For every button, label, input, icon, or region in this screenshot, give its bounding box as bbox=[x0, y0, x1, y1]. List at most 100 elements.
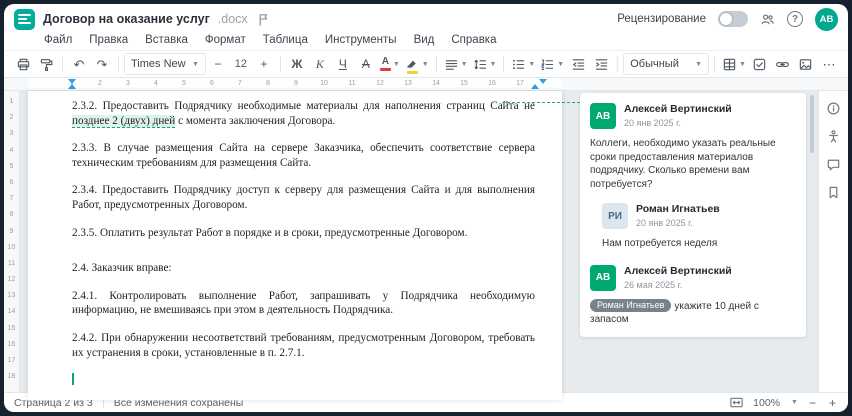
app-logo[interactable] bbox=[14, 8, 35, 30]
menu-item-table[interactable]: Таблица bbox=[263, 34, 308, 46]
font-family-select[interactable]: Times New ▼ bbox=[124, 53, 206, 75]
highlight-color-button[interactable]: ▼ bbox=[403, 53, 431, 75]
font-size-decrease-button[interactable]: − bbox=[207, 53, 229, 75]
highlighter-icon bbox=[407, 60, 416, 68]
bookmark-icon bbox=[829, 186, 838, 199]
app-window: Договор на оказание услуг .docx Рецензиро… bbox=[4, 4, 848, 412]
right-indent-marker[interactable] bbox=[531, 84, 539, 89]
right-sidebar-rail bbox=[818, 91, 848, 392]
line-spacing-button[interactable]: ▼ bbox=[471, 53, 499, 75]
chevron-down-icon: ▼ bbox=[528, 60, 536, 68]
indent-icon bbox=[595, 58, 607, 70]
outdent-icon bbox=[572, 58, 584, 70]
h-ruler-numbers: 1 2 3 4 5 6 7 8 9 10 11 12 13 14 15 16 17 bbox=[70, 80, 524, 87]
outdent-button[interactable] bbox=[567, 53, 589, 75]
comment-avatar: АВ bbox=[590, 264, 616, 291]
help-icon[interactable]: ? bbox=[787, 11, 803, 27]
fit-width-button[interactable] bbox=[729, 395, 744, 410]
comment-reply[interactable]: РИ Роман Игнатьев 20 янв 2025 г. Нам пот… bbox=[590, 203, 796, 251]
info-icon bbox=[827, 102, 840, 115]
chevron-down-icon: ▼ bbox=[791, 399, 798, 406]
left-indent-marker[interactable] bbox=[68, 84, 76, 89]
numbered-list-button[interactable]: ▼ bbox=[538, 53, 566, 75]
print-button[interactable] bbox=[12, 53, 34, 75]
paragraph[interactable]: 2.3.3. В случае размещения Сайта на серв… bbox=[72, 141, 535, 170]
text-cursor bbox=[72, 373, 74, 386]
paragraph[interactable]: 2.4. Заказчик вправе: bbox=[72, 261, 535, 276]
format-painter-button[interactable] bbox=[35, 53, 57, 75]
comment-header: АВ Алексей Вертинский 26 мая 2025 г. bbox=[590, 264, 796, 291]
paragraph[interactable]: 2.3.2. Предоставить Подрядчику необходим… bbox=[72, 99, 535, 128]
accessibility-icon bbox=[828, 130, 839, 143]
toolbar-separator bbox=[503, 56, 505, 72]
review-mode-label: Рецензирование bbox=[617, 13, 706, 25]
menu-item-file[interactable]: Файл bbox=[44, 34, 72, 46]
menu-item-view[interactable]: Вид bbox=[414, 34, 435, 46]
menu-item-tools[interactable]: Инструменты bbox=[325, 34, 397, 46]
comment-author: Алексей Вертинский bbox=[624, 103, 732, 115]
menu-item-edit[interactable]: Правка bbox=[89, 34, 128, 46]
document-title: Договор на оказание услуг bbox=[43, 12, 210, 26]
comment-thread-card[interactable]: АВ Алексей Вертинский 20 янв 2025 г. Кол… bbox=[580, 93, 806, 337]
insert-image-button[interactable] bbox=[795, 53, 817, 75]
toolbar-separator bbox=[617, 56, 619, 72]
zoom-in-button[interactable]: + bbox=[827, 397, 838, 409]
main-content: 1 2 3 4 5 6 7 8 9 10 11 12 13 14 15 16 17 18 2.3.2. Предо… bbox=[4, 91, 848, 400]
zoom-value[interactable]: 100% bbox=[753, 397, 780, 409]
user-avatar[interactable]: АВ bbox=[815, 7, 838, 31]
paragraph[interactable]: 2.3.4. Предоставить Подрядчику доступ к … bbox=[72, 183, 535, 212]
document-page[interactable]: 2.3.2. Предоставить Подрядчику необходим… bbox=[28, 91, 562, 400]
toolbar-separator bbox=[62, 56, 63, 72]
paragraph-style-select[interactable]: Обычный ▼ bbox=[623, 53, 710, 75]
undo-button[interactable]: ↶ bbox=[68, 53, 90, 75]
paragraph[interactable] bbox=[72, 373, 535, 387]
flag-icon[interactable] bbox=[256, 12, 271, 27]
font-size-value[interactable]: 12 bbox=[230, 53, 252, 75]
italic-button[interactable]: К bbox=[309, 53, 331, 75]
align-button[interactable]: ▼ bbox=[442, 53, 470, 75]
collaborators-icon[interactable] bbox=[760, 12, 775, 27]
toolbar-more-button[interactable]: ⋯ bbox=[818, 53, 840, 75]
chevron-down-icon: ▼ bbox=[557, 60, 565, 68]
comment-header: АВ Алексей Вертинский 20 янв 2025 г. bbox=[590, 103, 796, 129]
info-button[interactable] bbox=[826, 101, 841, 116]
comments-button[interactable] bbox=[826, 157, 841, 172]
font-size-increase-button[interactable]: + bbox=[253, 53, 275, 75]
comment-date: 20 янв 2025 г. bbox=[624, 118, 681, 128]
comment[interactable]: АВ Алексей Вертинский 20 янв 2025 г. Кол… bbox=[590, 103, 796, 191]
insert-table-button[interactable]: ▼ bbox=[720, 53, 748, 75]
bookmarks-button[interactable] bbox=[826, 185, 841, 200]
review-toggle[interactable] bbox=[718, 11, 748, 27]
chevron-down-icon: ▼ bbox=[421, 60, 429, 68]
checkbox-icon bbox=[754, 58, 766, 70]
comment[interactable]: АВ Алексей Вертинский 26 мая 2025 г. Ром… bbox=[590, 264, 796, 327]
comment-text: Роман Игнатьев укажите 10 дней с запасом bbox=[590, 298, 759, 325]
chevron-down-icon: ▼ bbox=[191, 60, 199, 68]
redo-button[interactable]: ↷ bbox=[91, 53, 113, 75]
comments-scrollbar[interactable] bbox=[810, 95, 814, 153]
insert-checkbox-button[interactable] bbox=[749, 53, 771, 75]
paragraph[interactable]: 2.4.2. При обнаружении несоответствий тр… bbox=[72, 331, 535, 360]
chevron-down-icon: ▼ bbox=[460, 60, 468, 68]
zoom-out-button[interactable]: − bbox=[807, 397, 818, 409]
paragraph[interactable]: 2.3.5. Оплатить результат Работ в порядк… bbox=[72, 226, 535, 241]
bullet-list-icon bbox=[513, 59, 525, 69]
menu-item-help[interactable]: Справка bbox=[451, 34, 496, 46]
tab-stop-marker[interactable] bbox=[539, 79, 547, 84]
bold-button[interactable]: Ж bbox=[286, 53, 308, 75]
indent-button[interactable] bbox=[590, 53, 612, 75]
font-color-button[interactable]: А ▼ bbox=[378, 53, 402, 75]
menu-item-format[interactable]: Формат bbox=[205, 34, 246, 46]
mention-chip[interactable]: Роман Игнатьев bbox=[590, 298, 672, 312]
strikethrough-button[interactable]: А bbox=[355, 53, 377, 75]
comment-avatar: АВ bbox=[590, 103, 616, 129]
menu-item-insert[interactable]: Вставка bbox=[145, 34, 188, 46]
paragraph[interactable]: 2.4.1. Контролировать выполнение Работ, … bbox=[72, 289, 535, 318]
bullet-list-button[interactable]: ▼ bbox=[509, 53, 537, 75]
accessibility-button[interactable] bbox=[826, 129, 841, 144]
horizontal-ruler: 1 2 3 4 5 6 7 8 9 10 11 12 13 14 15 16 17 bbox=[4, 78, 848, 91]
highlight-color-bar bbox=[406, 70, 418, 74]
insert-link-button[interactable] bbox=[772, 53, 794, 75]
underline-button[interactable]: Ч bbox=[332, 53, 354, 75]
comment-anchor-text[interactable]: позднее 2 (двух) дней bbox=[72, 114, 176, 128]
